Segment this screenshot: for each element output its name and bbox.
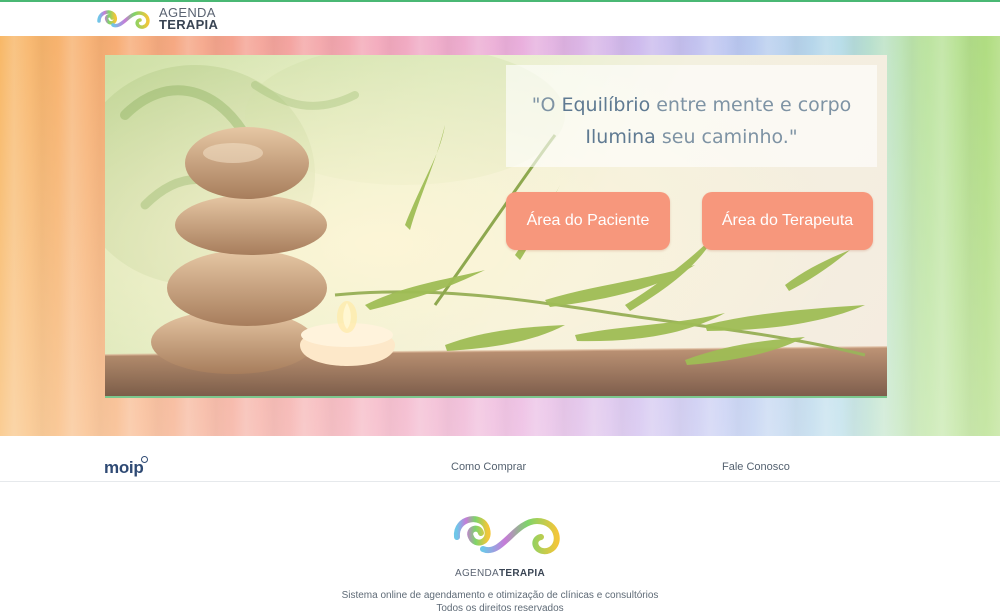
therapist-area-button[interactable]: Área do Terapeuta bbox=[702, 192, 873, 250]
moip-dot-icon bbox=[141, 456, 148, 463]
quote-box: "O Equilíbrio entre mente e corpo Ilumin… bbox=[506, 65, 877, 167]
how-to-buy-link[interactable]: Como Comprar bbox=[451, 461, 526, 473]
moip-label: moip bbox=[104, 458, 144, 477]
footer-tagline: Sistema online de agendamento e otimizaç… bbox=[341, 590, 659, 601]
footer-brand: AGENDATERAPIA bbox=[454, 568, 546, 579]
patient-area-button[interactable]: Área do Paciente bbox=[506, 192, 670, 250]
hero-banner: "O Equilíbrio entre mente e corpo Ilumin… bbox=[105, 55, 887, 398]
quote-line1: "O Equilíbrio entre mente e corpo bbox=[531, 94, 852, 116]
footer-nav: moip Como Comprar Fale Conosco bbox=[0, 436, 1000, 482]
moip-logo[interactable]: moip bbox=[104, 456, 148, 478]
quote-line2: Ilumina seu caminho." bbox=[585, 126, 798, 148]
footer-rights: Todos os direitos reservados bbox=[436, 603, 564, 614]
quote-emphasis-2: Ilumina bbox=[585, 126, 656, 148]
top-header: AGENDA TERAPIA bbox=[0, 0, 1000, 36]
brand-text: AGENDA TERAPIA bbox=[159, 6, 219, 32]
footer: AGENDATERAPIA Sistema online de agendame… bbox=[0, 482, 1000, 616]
quote-emphasis-1: Equilíbrio bbox=[561, 94, 651, 116]
contact-link[interactable]: Fale Conosco bbox=[722, 461, 790, 473]
brand-swirl-icon bbox=[97, 10, 150, 29]
brand-line2: TERAPIA bbox=[159, 17, 219, 32]
footer-swirl-logo-icon bbox=[453, 516, 560, 555]
brand-logo[interactable]: AGENDA TERAPIA bbox=[95, 5, 218, 33]
